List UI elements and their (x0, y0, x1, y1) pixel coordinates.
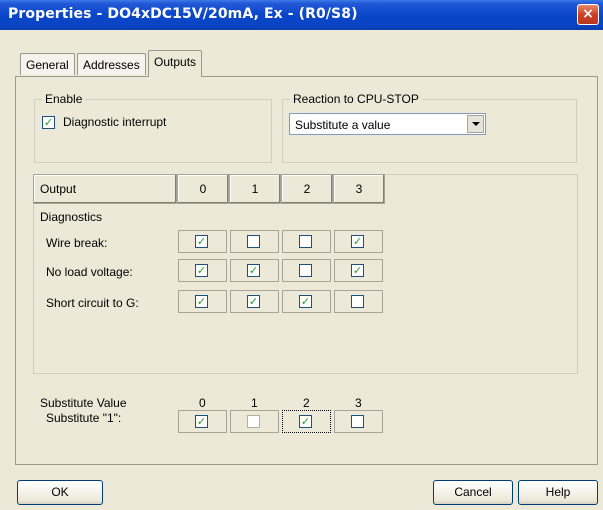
reaction-group-legend: Reaction to CPU-STOP (290, 92, 422, 106)
short-circuit-checkbox-2[interactable]: ✓ (299, 295, 312, 308)
substitute-checkbox-1[interactable] (247, 415, 260, 428)
wire-break-checkbox-0[interactable]: ✓ (195, 235, 208, 248)
diagnostics-section-label: Diagnostics (40, 210, 103, 224)
tab-outputs[interactable]: Outputs (148, 50, 203, 77)
tab-general[interactable]: General (20, 53, 75, 75)
help-button[interactable]: Help (518, 480, 598, 505)
enable-group: Enable (34, 92, 272, 163)
no-load-voltage-checkbox-0[interactable]: ✓ (195, 264, 208, 277)
substitute-column-3: 3 (355, 396, 362, 410)
substitute-checkbox-3[interactable] (351, 415, 364, 428)
diagnostic-interrupt-checkbox[interactable]: ✓ (42, 116, 55, 129)
title-bar: Properties - DO4xDC15V/20mA, Ex - (R0/S8… (0, 0, 603, 30)
reaction-selected-value: Substitute a value (295, 118, 391, 132)
no-load-voltage-checkbox-2[interactable] (299, 264, 312, 277)
wire-break-checkbox-3[interactable]: ✓ (351, 235, 364, 248)
enable-group-legend: Enable (42, 92, 86, 106)
output-header: Output (33, 174, 177, 204)
ok-button[interactable]: OK (17, 480, 103, 505)
wire-break-checkbox-2[interactable] (299, 235, 312, 248)
output-column-1: 1 (229, 174, 281, 204)
wire-break-label: Wire break: (46, 236, 108, 250)
short-circuit-checkbox-3[interactable] (351, 295, 364, 308)
short-circuit-checkbox-0[interactable]: ✓ (195, 295, 208, 308)
substitute-column-1: 1 (251, 396, 258, 410)
substitute-checkbox-2[interactable]: ✓ (299, 415, 312, 428)
substitute-column-2: 2 (303, 396, 310, 410)
no-load-voltage-checkbox-1[interactable]: ✓ (247, 264, 260, 277)
wire-break-checkbox-1[interactable] (247, 235, 260, 248)
cancel-button[interactable]: Cancel (433, 480, 513, 505)
output-column-3: 3 (333, 174, 385, 204)
substitute-column-0: 0 (199, 396, 206, 410)
dropdown-arrow-icon[interactable] (467, 115, 484, 133)
short-circuit-label: Short circuit to G: (46, 296, 139, 310)
window-title: Properties - DO4xDC15V/20mA, Ex - (R0/S8… (8, 6, 358, 22)
tab-addresses[interactable]: Addresses (77, 53, 146, 75)
substitute-1-label: Substitute "1": (46, 411, 122, 425)
output-column-2: 2 (281, 174, 333, 204)
close-button[interactable]: × (577, 4, 599, 25)
diagnostic-interrupt-label: Diagnostic interrupt (63, 115, 167, 129)
output-column-0: 0 (177, 174, 229, 204)
no-load-voltage-label: No load voltage: (46, 265, 133, 279)
no-load-voltage-checkbox-3[interactable]: ✓ (351, 264, 364, 277)
reaction-select[interactable]: Substitute a value (289, 113, 486, 135)
substitute-checkbox-0[interactable]: ✓ (195, 415, 208, 428)
substitute-value-label: Substitute Value (40, 396, 127, 410)
short-circuit-checkbox-1[interactable]: ✓ (247, 295, 260, 308)
